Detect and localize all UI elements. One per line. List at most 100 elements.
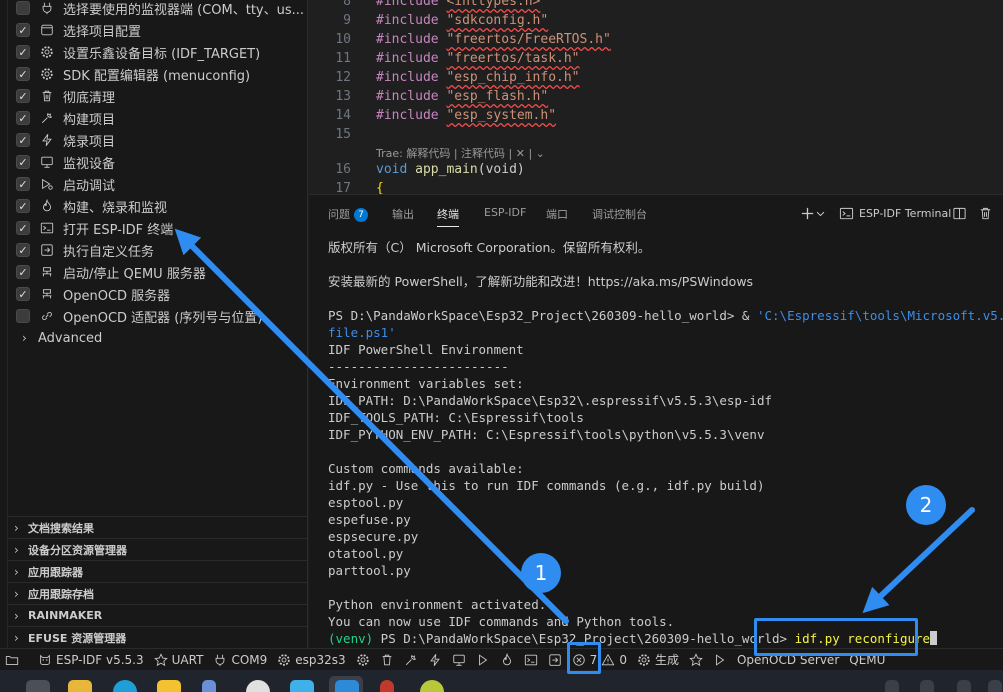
tab-output[interactable]: 输出	[392, 206, 414, 222]
esp-idf-version-item[interactable]: ESP-IDF v5.5.3	[24, 649, 149, 670]
code-line[interactable]: 16 void app_main(void)	[309, 162, 1003, 181]
debug-button[interactable]	[471, 649, 495, 670]
command-item[interactable]: 烧录项目	[8, 129, 308, 151]
section-header[interactable]: › 设备分区资源管理器	[8, 538, 308, 560]
kill-terminal-button[interactable]	[978, 203, 993, 223]
split-terminal-button[interactable]	[952, 203, 967, 223]
command-label: OpenOCD 服务器	[63, 288, 171, 304]
command-checkbox[interactable]	[16, 1, 30, 15]
section-header[interactable]: › 应用跟踪存档	[8, 582, 308, 604]
command-item[interactable]: 监视设备	[8, 151, 308, 173]
command-item[interactable]: 彻底清理	[8, 85, 308, 107]
monitor-icon	[452, 654, 465, 666]
tray-icon[interactable]	[957, 680, 971, 692]
terminal-instance[interactable]: ESP-IDF Terminal	[839, 203, 951, 223]
tab-terminal[interactable]: 终端	[437, 206, 459, 227]
command-item[interactable]: 选择要使用的监视器端 (COM、tty、us...	[8, 0, 308, 19]
flash-method-item[interactable]: UART	[149, 649, 209, 670]
command-item[interactable]: 构建项目	[8, 107, 308, 129]
monitor-button[interactable]	[447, 649, 471, 670]
generate-item[interactable]: 生成	[632, 649, 684, 670]
edge-browser-icon[interactable]	[113, 680, 137, 692]
run-button[interactable]	[708, 649, 732, 670]
tray-icon[interactable]	[920, 680, 934, 692]
build-button[interactable]	[399, 649, 423, 670]
code-line[interactable]: 13 #include "esp_flash.h"	[309, 89, 1003, 108]
command-checkbox[interactable]	[16, 89, 30, 103]
codelens[interactable]: Trae: 解释代码 | 注释代码 | ✕ | ⌄	[376, 145, 545, 161]
openocd-server-item[interactable]: OpenOCD Server	[732, 649, 844, 670]
terminal-app-icon[interactable]	[26, 680, 50, 692]
command-item[interactable]: 启动调试	[8, 173, 308, 195]
advanced-toggle[interactable]: › Advanced	[8, 327, 308, 349]
command-item[interactable]: 选择项目配置	[8, 19, 308, 41]
problems-item[interactable]: 70	[567, 649, 632, 670]
tab-esp-idf[interactable]: ESP-IDF	[484, 206, 526, 219]
code-line[interactable]: 15	[309, 127, 1003, 146]
section-header[interactable]: › 文档搜索结果	[8, 516, 308, 538]
tray-icon[interactable]	[988, 680, 1002, 692]
terminal-output[interactable]: 版权所有（C） Microsoft Corporation。保留所有权利。 安装…	[328, 239, 1003, 647]
command-checkbox[interactable]	[16, 111, 30, 125]
app-icon[interactable]	[290, 680, 314, 692]
command-item[interactable]: OpenOCD 服务器	[8, 283, 308, 305]
command-checkbox[interactable]	[16, 23, 30, 37]
code-line[interactable]: 17 {	[309, 181, 1003, 194]
file-explorer-icon[interactable]	[68, 680, 92, 692]
com-port-item[interactable]: COM9	[208, 649, 272, 670]
qemu-item[interactable]: QEMU	[844, 649, 890, 670]
code-line[interactable]: 14 #include "esp_system.h"	[309, 108, 1003, 127]
code-line[interactable]: 11 #include "freertos/task.h"	[309, 51, 1003, 70]
terminal-prompt-line[interactable]: (venv) PS D:\PandaWorkSpace\Esp32_Projec…	[328, 630, 1003, 647]
command-checkbox[interactable]	[16, 177, 30, 191]
command-item[interactable]: 启动/停止 QEMU 服务器	[8, 261, 308, 283]
phone-icon[interactable]	[202, 680, 216, 692]
remote-indicator[interactable]	[0, 649, 24, 670]
target: esp32s3	[295, 652, 346, 667]
target-item[interactable]: esp32s3	[272, 649, 350, 670]
custom-task-button[interactable]	[543, 649, 567, 670]
section-header[interactable]: › 应用跟踪器	[8, 560, 308, 582]
command-checkbox[interactable]	[16, 221, 30, 235]
section-header[interactable]: › EFUSE 资源管理器	[8, 626, 308, 648]
tab-port[interactable]: 端口	[546, 206, 568, 222]
qq-icon[interactable]	[246, 680, 270, 692]
command-item[interactable]: 构建、烧录和监视	[8, 195, 308, 217]
command-checkbox[interactable]	[16, 309, 30, 323]
code-line[interactable]: 12 #include "esp_chip_info.h"	[309, 70, 1003, 89]
command-item[interactable]: 执行自定义任务	[8, 239, 308, 261]
code-line[interactable]: 9 #include "sdkconfig.h"	[309, 13, 1003, 32]
app-icon[interactable]	[420, 680, 444, 692]
command-item[interactable]: 设置乐鑫设备目标 (IDF_TARGET)	[8, 41, 308, 63]
vscode-icon[interactable]	[335, 680, 359, 692]
section-header[interactable]: › RAINMAKER	[8, 604, 308, 626]
command-checkbox[interactable]	[16, 287, 30, 301]
tab-problems[interactable]: 问题 7	[328, 206, 368, 222]
command-item[interactable]: 打开 ESP-IDF 终端	[8, 217, 308, 239]
new-terminal-button[interactable]	[800, 203, 826, 223]
app-icon[interactable]	[157, 680, 181, 692]
app-icon[interactable]	[380, 680, 394, 692]
favorite-button[interactable]	[684, 649, 708, 670]
command-item[interactable]: OpenOCD 适配器 (序列号与位置)	[8, 305, 308, 327]
tray-icon[interactable]	[885, 680, 899, 692]
command-checkbox[interactable]	[16, 45, 30, 59]
command-checkbox[interactable]	[16, 199, 30, 213]
menuconfig-button[interactable]	[351, 649, 375, 670]
build-flash-monitor-button[interactable]	[495, 649, 519, 670]
command-label: 构建、烧录和监视	[63, 200, 168, 216]
tab-debug-console[interactable]: 调试控制台	[592, 206, 647, 222]
command-checkbox[interactable]	[16, 67, 30, 81]
command-checkbox[interactable]	[16, 265, 30, 279]
command-checkbox[interactable]	[16, 133, 30, 147]
flash-button[interactable]	[423, 649, 447, 670]
code-line[interactable]: 8 #include <inttypes.h>	[309, 0, 1003, 13]
command-checkbox[interactable]	[16, 243, 30, 257]
code-editor[interactable]: Trae: 解释代码 | 注释代码 | ✕ | ⌄ 8 #include <int…	[309, 0, 1003, 194]
command-item[interactable]: SDK 配置编辑器 (menuconfig)	[8, 63, 308, 85]
command-label: 设置乐鑫设备目标 (IDF_TARGET)	[63, 46, 261, 62]
code-line[interactable]: 10 #include "freertos/FreeRTOS.h"	[309, 32, 1003, 51]
command-checkbox[interactable]	[16, 155, 30, 169]
full-clean-button[interactable]	[375, 649, 399, 670]
open-esp-idf-terminal-button[interactable]	[519, 649, 543, 670]
